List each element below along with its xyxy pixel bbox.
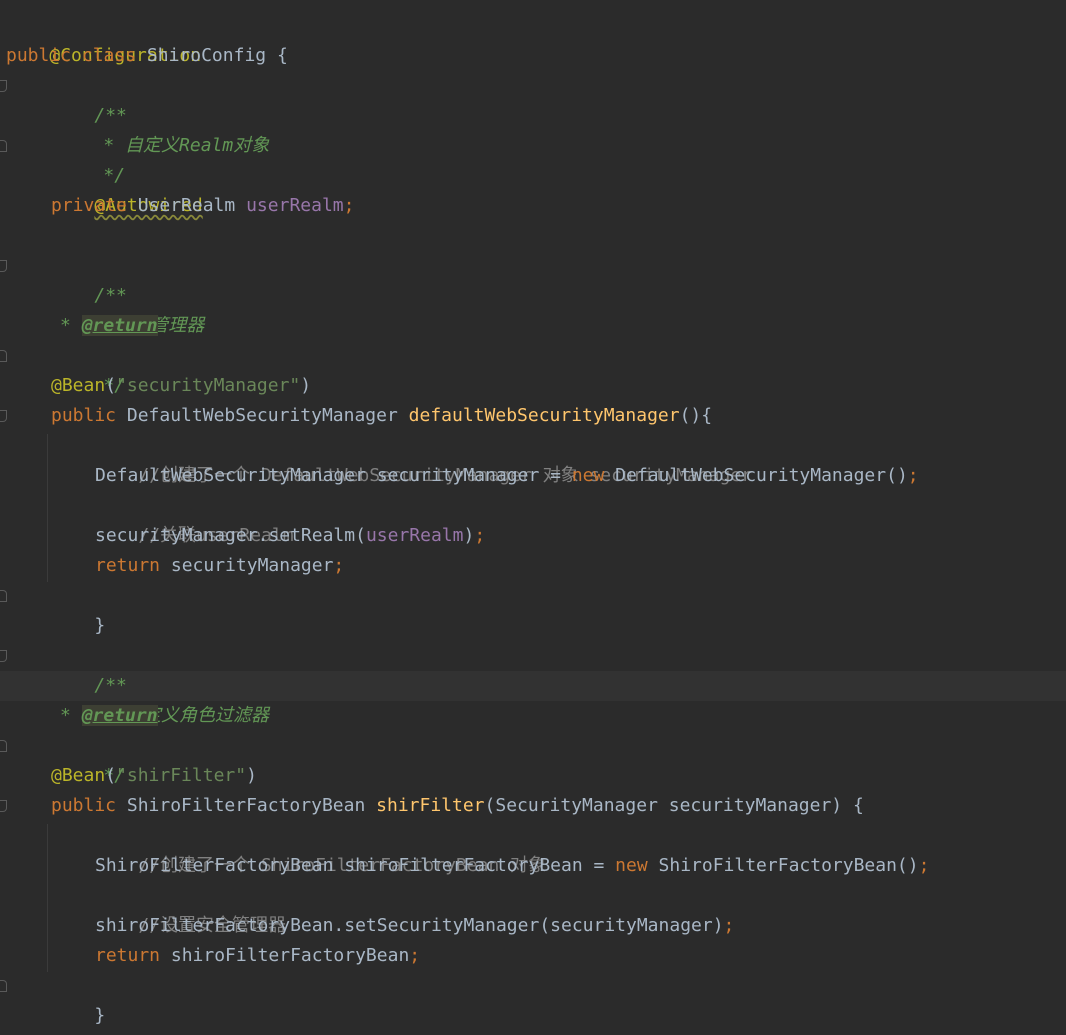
code-line[interactable]: /** — [51, 251, 127, 306]
code-line[interactable]: //创建了一个 ShiroFilterFactoryBean 对象 — [95, 821, 546, 876]
code-line[interactable]: private UserRealm userRealm; — [51, 191, 354, 221]
keyword: class — [81, 45, 137, 66]
type-name: UserRealm — [137, 195, 236, 216]
code-line[interactable]: //设置安全管理器 — [95, 881, 286, 936]
closing-brace: } — [94, 615, 106, 636]
indent-guide — [47, 434, 48, 582]
fold-marker-icon[interactable] — [0, 590, 7, 602]
statement: ShiroFilterFactoryBean() — [647, 855, 919, 876]
statement: ShiroFilterFactoryBean shiroFilterFactor… — [95, 855, 616, 876]
code-line[interactable]: return shiroFilterFactoryBean; — [95, 941, 420, 971]
paren: ) — [246, 765, 257, 786]
type-name: DefaultWebSecurityManager — [126, 405, 398, 426]
doc-comment: * — [60, 315, 71, 336]
doc-tag: @return — [81, 315, 158, 336]
fold-marker-icon[interactable] — [0, 410, 7, 422]
punctuation: (){ — [679, 405, 713, 426]
semicolon: ; — [723, 915, 735, 936]
type-name: ShiroFilterFactoryBean — [126, 795, 366, 816]
fold-marker-icon[interactable] — [0, 650, 7, 662]
code-line[interactable]: /** — [51, 71, 127, 126]
code-line[interactable]: } — [51, 581, 105, 636]
code-line[interactable]: securityManager.setRealm(userRealm); — [95, 521, 485, 551]
paren: ( — [105, 765, 117, 786]
code-line[interactable]: //创建了一个 DefaultWebSecurityManager 对象 sec… — [95, 431, 752, 486]
code-line[interactable]: } — [51, 971, 105, 1026]
punctuation: (SecurityManager securityManager) { — [484, 795, 864, 816]
code-line[interactable]: @Bean("shirFilter") — [51, 761, 257, 791]
semicolon: ; — [409, 945, 421, 966]
code-line[interactable]: public ShiroFilterFactoryBean shirFilter… — [51, 791, 864, 821]
method-name: shirFilter — [376, 795, 485, 816]
semicolon: ; — [907, 465, 919, 486]
method-name: defaultWebSecurityManager — [408, 405, 680, 426]
keyword: public — [51, 405, 117, 426]
semicolon: ; — [333, 555, 345, 576]
code-line[interactable]: * 自定义Realm对象 — [60, 101, 269, 156]
statement: DefaultWebSecurityManager() — [604, 465, 908, 486]
code-editor[interactable]: @Configuration public class ShiroConfig … — [0, 0, 1066, 1035]
code-line[interactable]: //关联userRealm — [95, 491, 293, 546]
fold-marker-icon[interactable] — [0, 260, 7, 272]
statement: ) — [463, 525, 475, 546]
field-name: userRealm — [365, 525, 464, 546]
code-line[interactable]: /** — [51, 641, 127, 696]
code-line[interactable]: */ — [60, 131, 125, 186]
semicolon: ; — [343, 195, 355, 216]
fold-marker-icon[interactable] — [0, 800, 7, 812]
code-line[interactable]: @Autowired — [51, 161, 202, 216]
fold-marker-icon[interactable] — [0, 980, 7, 992]
code-line[interactable]: *安全管理器 — [60, 281, 204, 336]
statement: shiroFilterFactoryBean.setSecurityManage… — [95, 915, 724, 936]
code-line[interactable]: * @return — [60, 701, 158, 731]
statement: shiroFilterFactoryBean — [160, 945, 410, 966]
keyword: return — [95, 555, 161, 576]
code-line[interactable]: * @return — [60, 311, 158, 341]
semicolon: ; — [474, 525, 486, 546]
indent-guide — [47, 824, 48, 972]
code-line[interactable]: @Configuration — [6, 11, 201, 66]
string-literal: "securityManager" — [116, 375, 301, 396]
fold-marker-icon[interactable] — [0, 140, 7, 152]
doc-comment: * — [60, 705, 71, 726]
class-name: ShiroConfig { — [146, 45, 288, 66]
keyword: public — [6, 45, 72, 66]
keyword: new — [571, 465, 605, 486]
code-line[interactable]: return securityManager; — [95, 551, 344, 581]
annotation: @Bean — [51, 765, 106, 786]
doc-tag: @return — [81, 705, 158, 726]
paren: ) — [300, 375, 312, 396]
field-name: userRealm — [246, 195, 344, 216]
keyword: return — [95, 945, 161, 966]
statement: securityManager.setRealm( — [95, 525, 366, 546]
code-line[interactable]: */ — [60, 341, 125, 396]
statement: DefaultWebSecurityManager securityManage… — [95, 465, 572, 486]
annotation: @Bean — [51, 375, 106, 396]
code-line[interactable]: public class ShiroConfig { — [6, 41, 288, 71]
keyword: public — [51, 795, 117, 816]
code-line[interactable]: DefaultWebSecurityManager securityManage… — [95, 461, 919, 491]
code-line[interactable]: ShiroFilterFactoryBean shiroFilterFactor… — [95, 851, 929, 881]
code-line[interactable]: public DefaultWebSecurityManager default… — [51, 401, 712, 431]
fold-marker-icon[interactable] — [0, 350, 7, 362]
semicolon: ; — [918, 855, 930, 876]
code-line[interactable]: shiroFilterFactoryBean.setSecurityManage… — [95, 911, 734, 941]
closing-brace: } — [94, 1005, 106, 1026]
string-literal: "shirFilter" — [116, 765, 247, 786]
keyword: private — [51, 195, 127, 216]
code-line[interactable]: @Bean("securityManager") — [51, 371, 311, 401]
code-line[interactable]: * 自定义角色过滤器 — [60, 671, 269, 726]
statement: securityManager — [160, 555, 334, 576]
keyword: new — [615, 855, 648, 876]
code-line[interactable]: */ — [60, 731, 125, 786]
fold-marker-icon[interactable] — [0, 740, 7, 752]
doc-comment: * 自定义Realm对象 — [103, 135, 270, 156]
paren: ( — [105, 375, 117, 396]
